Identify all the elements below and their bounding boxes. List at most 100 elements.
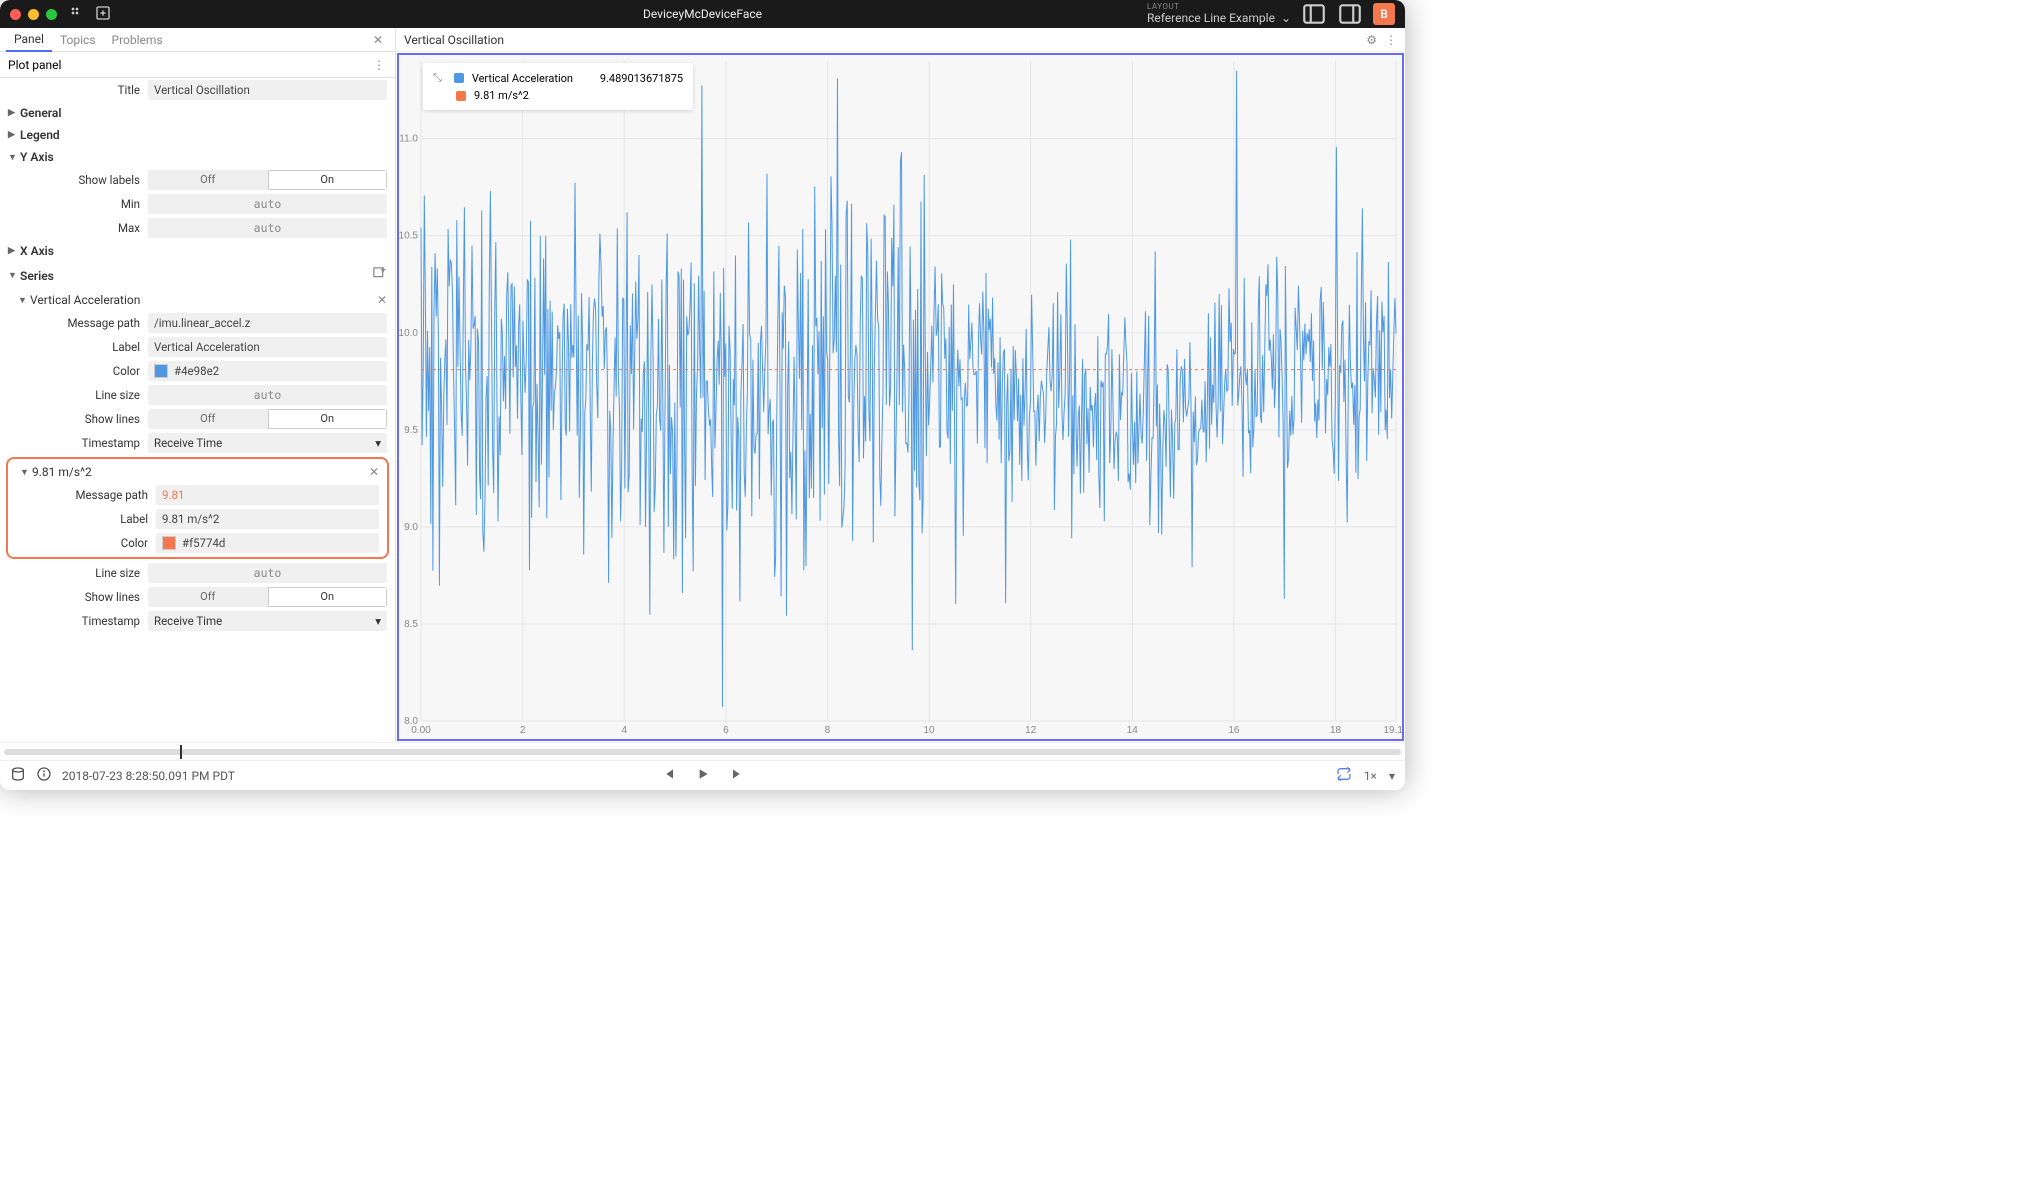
app-title: DeviceyMcDeviceFace (643, 7, 762, 21)
section-general[interactable]: ▶General (0, 102, 395, 124)
legend-s2-name: 9.81 m/s^2 (474, 89, 594, 102)
series2-color[interactable]: #f5774d (156, 533, 379, 553)
yaxis-showlabels-toggle[interactable]: Off On (148, 170, 387, 190)
series1-label[interactable]: Vertical Acceleration (148, 337, 387, 357)
svg-text:19.19: 19.19 (1383, 725, 1402, 736)
series1-showlines-toggle[interactable]: Off On (148, 409, 387, 429)
delete-series-icon[interactable]: ✕ (377, 293, 387, 307)
avatar[interactable]: B (1373, 3, 1395, 25)
tab-panel[interactable]: Panel (6, 28, 52, 52)
section-series[interactable]: ▼Series (0, 262, 395, 289)
close-window[interactable] (10, 9, 21, 20)
yaxis-max-label: Max (8, 221, 148, 235)
plot-legend: ⤡ Vertical Acceleration 9.489013671875 9… (423, 63, 693, 110)
series1-msgpath[interactable]: /imu.linear_accel.z (148, 313, 387, 333)
section-xaxis[interactable]: ▶X Axis (0, 240, 395, 262)
svg-text:4: 4 (621, 725, 627, 736)
timeline-scrubber[interactable] (0, 742, 1405, 760)
series2-label[interactable]: 9.81 m/s^2 (156, 509, 379, 529)
yaxis-max-input[interactable]: auto (148, 218, 387, 238)
series2-msgpath[interactable]: 9.81 (156, 485, 379, 505)
plot-title: Vertical Oscillation (404, 33, 504, 47)
svg-text:11.0: 11.0 (399, 134, 418, 145)
layout-selector[interactable]: LAYOUT Reference Line Example⌄ (1147, 3, 1291, 25)
caret-right-icon: ▶ (8, 246, 18, 256)
sidebar: Panel Topics Problems ✕ Plot panel ⋮ Tit… (0, 28, 396, 742)
window-controls (10, 9, 57, 20)
svg-text:10.0: 10.0 (399, 328, 418, 339)
series2-highlight: ▼ 9.81 m/s^2 ✕ Message path9.81 Label9.8… (6, 457, 389, 559)
legend-s1-value: 9.489013671875 (600, 72, 683, 85)
legend-swatch (456, 91, 466, 101)
sidebar-right-toggle-icon[interactable] (1337, 3, 1363, 25)
scrub-playhead[interactable] (180, 745, 182, 759)
caret-down-icon: ▼ (8, 270, 18, 281)
titlebar: DeviceyMcDeviceFace LAYOUT Reference Lin… (0, 0, 1405, 28)
series1-header[interactable]: ▼ Vertical Acceleration ✕ (0, 289, 395, 311)
footer: 2018-07-23 8:28:50.091 PM PDT 1× ▾ (0, 760, 1405, 790)
add-series-icon[interactable] (372, 266, 387, 285)
playback-speed[interactable]: 1× (1364, 769, 1377, 783)
delete-series-icon[interactable]: ✕ (369, 465, 379, 479)
series1-timestamp[interactable]: Receive Time▾ (148, 433, 387, 453)
svg-text:14: 14 (1127, 725, 1139, 736)
svg-text:8.5: 8.5 (404, 619, 418, 630)
panel-menu-icon[interactable]: ⋮ (373, 58, 387, 72)
plot-canvas[interactable]: ⤡ Vertical Acceleration 9.489013671875 9… (397, 53, 1404, 741)
series2-linesize[interactable]: auto (148, 563, 387, 583)
svg-text:10: 10 (924, 725, 936, 736)
title-label: Title (8, 83, 148, 97)
legend-swatch (454, 73, 464, 83)
app-logo-icon[interactable] (69, 5, 85, 24)
settings-icon[interactable]: ⚙ (1366, 33, 1377, 47)
add-panel-icon[interactable] (95, 5, 111, 24)
footer-timestamp: 2018-07-23 8:28:50.091 PM PDT (62, 769, 235, 783)
sidebar-left-toggle-icon[interactable] (1301, 3, 1327, 25)
svg-text:9.5: 9.5 (404, 425, 418, 436)
svg-text:10.5: 10.5 (399, 231, 418, 242)
caret-right-icon: ▶ (8, 108, 18, 118)
svg-text:18: 18 (1330, 725, 1342, 736)
chevron-down-icon[interactable]: ▾ (1389, 769, 1395, 783)
svg-text:0.00: 0.00 (411, 725, 431, 736)
yaxis-min-label: Min (8, 197, 148, 211)
section-yaxis[interactable]: ▼Y Axis (0, 146, 395, 168)
info-icon[interactable] (36, 766, 52, 785)
series2-showlines-toggle[interactable]: Off On (148, 587, 387, 607)
yaxis-showlabels-label: Show labels (8, 173, 148, 187)
toggle-off[interactable]: Off (148, 170, 268, 190)
series2-timestamp[interactable]: Receive Time▾ (148, 611, 387, 631)
series1-linesize[interactable]: auto (148, 385, 387, 405)
chart-svg: 8.08.59.09.510.010.511.00.00246810121416… (399, 55, 1402, 739)
play-icon[interactable] (695, 766, 711, 785)
tab-problems[interactable]: Problems (104, 29, 171, 51)
chevron-down-icon: ⌄ (1281, 12, 1291, 25)
section-legend[interactable]: ▶Legend (0, 124, 395, 146)
loop-icon[interactable] (1336, 766, 1352, 785)
svg-text:12: 12 (1025, 725, 1037, 736)
plot-menu-icon[interactable]: ⋮ (1385, 33, 1397, 47)
series2-header[interactable]: ▼ 9.81 m/s^2 ✕ (8, 461, 387, 483)
data-source-icon[interactable] (10, 766, 26, 785)
caret-right-icon: ▶ (8, 130, 18, 140)
svg-text:9.0: 9.0 (404, 522, 418, 533)
minimize-window[interactable] (28, 9, 39, 20)
yaxis-min-input[interactable]: auto (148, 194, 387, 214)
toggle-on[interactable]: On (268, 170, 388, 190)
svg-text:6: 6 (723, 725, 729, 736)
skip-forward-icon[interactable] (729, 766, 745, 785)
svg-text:8: 8 (825, 725, 831, 736)
legend-s1-name: Vertical Acceleration (472, 72, 592, 85)
panel-name: Plot panel (8, 58, 61, 72)
title-input[interactable]: Vertical Oscillation (148, 80, 387, 100)
skip-back-icon[interactable] (661, 766, 677, 785)
close-sidebar-icon[interactable]: ✕ (367, 33, 389, 47)
caret-down-icon: ▼ (20, 467, 30, 478)
tab-topics[interactable]: Topics (52, 29, 104, 51)
caret-down-icon: ▼ (8, 152, 18, 163)
collapse-legend-icon[interactable]: ⤡ (433, 71, 442, 85)
svg-text:2: 2 (520, 725, 526, 736)
maximize-window[interactable] (46, 9, 57, 20)
chevron-down-icon: ▾ (375, 614, 381, 628)
series1-color[interactable]: #4e98e2 (148, 361, 387, 381)
